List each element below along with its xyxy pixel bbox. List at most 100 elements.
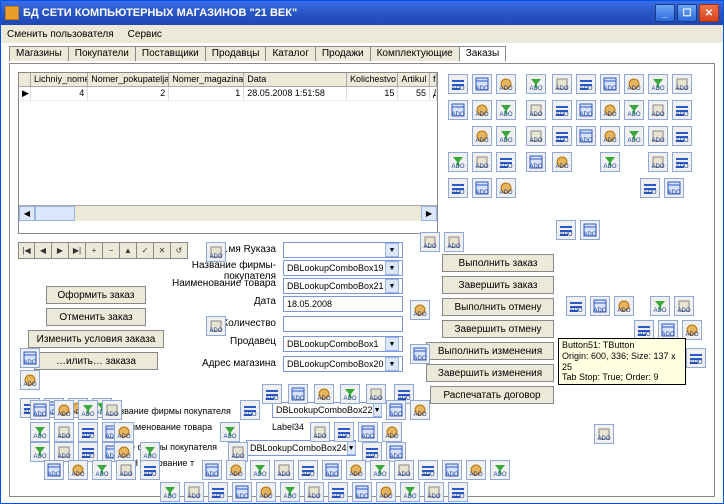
ado-component[interactable]: ADO [54,400,74,420]
grid-row[interactable]: ▶ 4 2 1 28.05.2008 1:51:58 15 55 ДВК [19,87,437,101]
ado-component[interactable]: ADO [376,482,396,502]
ado-component[interactable]: ADO [394,460,414,480]
ado-component[interactable]: ADO [448,152,468,172]
ado-component[interactable]: ADO [208,482,228,502]
close-button[interactable]: ✕ [699,4,719,22]
ado-component[interactable]: ADO [526,126,546,146]
ado-component[interactable]: ADO [322,460,342,480]
col-lichniy[interactable]: Lichniy_nomer [31,73,88,87]
ado-component[interactable]: ADO [54,442,74,462]
ado-component[interactable]: ADO [466,460,486,480]
ado-component[interactable]: ADO [20,370,40,390]
ado-component[interactable]: ADO [30,442,50,462]
nav-last-icon[interactable]: ▶| [69,242,86,259]
ado-component[interactable]: ADO [600,74,620,94]
ado-component[interactable]: ADO [444,232,464,252]
combo-buyer-firm[interactable]: DBLookupComboBox19▼ [283,260,403,276]
ado-component[interactable]: ADO [370,460,390,480]
ado-component[interactable]: ADO [496,152,516,172]
ado-component[interactable]: ADO [552,152,572,172]
ado-component[interactable]: ADO [68,460,88,480]
ado-component[interactable]: ADO [648,100,668,120]
ado-component[interactable]: ADO [674,296,694,316]
ado-component[interactable]: ADO [526,152,546,172]
nav-delete-icon[interactable]: − [103,242,120,259]
col-magaz[interactable]: Nomer_magazina [169,73,244,87]
ado-component[interactable]: ADO [472,178,492,198]
ado-component[interactable]: ADO [20,348,40,368]
ado-component[interactable]: ADO [624,126,644,146]
ado-component[interactable]: ADO [78,442,98,462]
ado-component[interactable]: ADO [496,74,516,94]
ado-component[interactable]: ADO [664,178,684,198]
finish-order-button[interactable]: Завершить заказ [442,276,554,294]
ado-component[interactable]: ADO [362,442,382,462]
ado-component[interactable]: ADO [314,384,334,404]
ado-component[interactable]: ADO [648,126,668,146]
ado-component[interactable]: ADO [78,400,98,420]
ado-component[interactable]: ADO [576,100,596,120]
ado-component[interactable]: ADO [600,126,620,146]
combo-24[interactable]: DBLookupComboBox24▼ [246,440,356,456]
ado-component[interactable]: ADO [526,74,546,94]
ado-component[interactable]: ADO [226,460,246,480]
ado-component[interactable]: ADO [262,384,282,404]
ado-component[interactable]: ADO [624,100,644,120]
ado-component[interactable]: ADO [346,460,366,480]
nav-refresh-icon[interactable]: ↺ [171,242,188,259]
ado-component[interactable]: ADO [410,300,430,320]
ado-component[interactable]: ADO [256,482,276,502]
tab-orders[interactable]: Заказы [459,46,506,62]
nav-prev-icon[interactable]: ◀ [35,242,52,259]
ado-component[interactable]: ADO [382,422,402,442]
combo-order-type[interactable]: ▼ [283,242,403,258]
ado-component[interactable]: ADO [472,74,492,94]
ado-component[interactable]: ADO [648,152,668,172]
xp-component[interactable]: ADO [594,424,614,444]
ado-component[interactable]: ADO [202,460,222,480]
ado-component[interactable]: ADO [366,384,386,404]
ado-component[interactable]: ADO [250,460,270,480]
ado-component[interactable]: ADO [310,422,330,442]
ado-component[interactable]: ADO [140,460,160,480]
ado-component[interactable]: ADO [114,442,134,462]
ado-component[interactable]: ADO [496,178,516,198]
ado-component[interactable]: ADO [288,384,308,404]
ado-component[interactable]: ADO [160,482,180,502]
finish-cancel-button[interactable]: Завершить отмену [442,320,554,338]
tab-suppliers[interactable]: Поставщики [135,46,206,61]
ado-component[interactable]: ADO [640,178,660,198]
nav-edit-icon[interactable]: ▲ [120,242,137,259]
maximize-button[interactable]: ☐ [677,4,697,22]
ado-component[interactable]: ADO [304,482,324,502]
ado-component[interactable]: ADO [30,400,50,420]
ado-component[interactable]: ADO [114,422,134,442]
ado-component[interactable]: ADO [600,100,620,120]
ado-component[interactable]: ADO [116,460,136,480]
ado-component[interactable]: ADO [448,482,468,502]
ado-component[interactable]: ADO [92,460,112,480]
col-data[interactable]: Data [244,73,347,87]
ado-component[interactable]: ADO [552,126,572,146]
ado-component[interactable]: ADO [240,400,260,420]
ado-component[interactable]: ADO [672,126,692,146]
tab-parts[interactable]: Комплектующие [370,46,460,61]
ado-component[interactable]: ADO [206,316,226,336]
finish-changes-button[interactable]: Завершить изменения [426,364,554,382]
ado-component[interactable]: ADO [624,74,644,94]
ado-component[interactable]: ADO [400,482,420,502]
ado-component[interactable]: ADO [44,460,64,480]
col-firma[interactable]: firma [430,73,437,87]
ado-component[interactable]: ADO [672,100,692,120]
ado-component[interactable]: ADO [472,152,492,172]
col-pokup[interactable]: Nomer_pokupatelja [88,73,169,87]
ado-component[interactable]: ADO [410,400,430,420]
ado-component[interactable]: ADO [648,74,668,94]
ado-component[interactable]: ADO [352,482,372,502]
ado-component[interactable]: ADO [140,442,160,462]
combo-product[interactable]: DBLookupComboBox21▼ [283,278,403,294]
ado-component[interactable]: ADO [682,320,702,340]
ado-component[interactable]: ADO [672,74,692,94]
delete-conditions-button[interactable]: …илить… заказа [34,352,158,370]
combo-22[interactable]: DBLookupComboBox22▼ [272,402,382,418]
